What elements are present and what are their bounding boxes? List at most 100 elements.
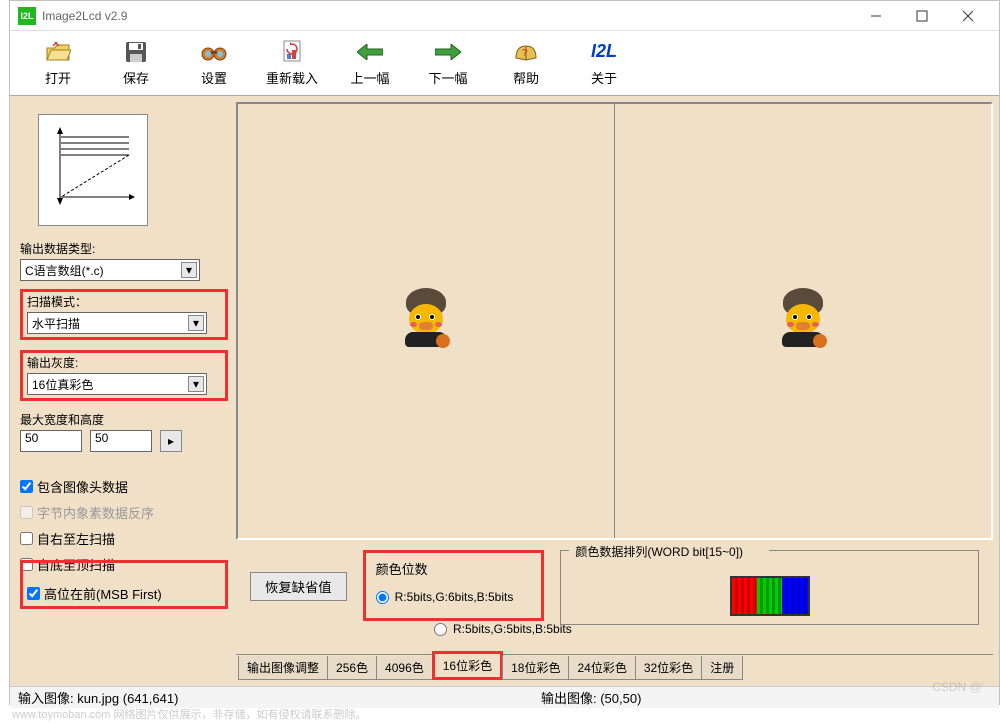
rgb-word-diagram: [730, 576, 810, 616]
settings-button[interactable]: 设置: [176, 35, 252, 91]
book-icon: ?: [514, 40, 538, 64]
about-button[interactable]: I2L 关于: [566, 35, 642, 91]
output-type-combo[interactable]: C语言数组(*.c) ▾: [20, 259, 200, 281]
csdn-watermark: CSDN @': [932, 680, 984, 694]
binoculars-icon: [201, 40, 227, 64]
dropdown-arrow-icon: ▾: [188, 376, 204, 392]
checkbox-icon[interactable]: [27, 587, 40, 600]
preview-input: [238, 104, 615, 538]
minimize-icon: [870, 10, 882, 22]
rgb565-radio[interactable]: R:5bits,G:6bits,B:5bits: [376, 586, 514, 608]
output-type-label: 输出数据类型:: [20, 240, 228, 257]
tab-18bit-color[interactable]: 18位彩色: [502, 656, 569, 680]
arrow-right-icon: [435, 40, 461, 64]
tab-24bit-color[interactable]: 24位彩色: [568, 656, 635, 680]
app-window: I2L Image2Lcd v2.9 打开 保存 设置: [9, 0, 1000, 705]
checkbox-icon: [20, 506, 33, 519]
color-bits-title: 颜色位数: [376, 559, 514, 578]
color-bits-group-highlight: 颜色位数 R:5bits,G:6bits,B:5bits: [363, 550, 545, 621]
scan-mode-combo[interactable]: 水平扫描 ▾: [27, 312, 207, 334]
msb-label: 高位在前(MSB First): [44, 584, 162, 603]
output-type-group: 输出数据类型: C语言数组(*.c) ▾: [20, 240, 228, 281]
left-panel: 输出数据类型: C语言数组(*.c) ▾ 扫描模式： 水平扫描 ▾ 输出灰度: …: [16, 102, 232, 680]
save-button[interactable]: 保存: [98, 35, 174, 91]
window-controls: [853, 2, 991, 30]
reload-label: 重新载入: [266, 68, 318, 87]
open-button[interactable]: 打开: [20, 35, 96, 91]
bottom-controls: 恢复缺省值 颜色位数 R:5bits,G:6bits,B:5bits R:5bi…: [236, 540, 993, 680]
restore-defaults-button[interactable]: 恢复缺省值: [250, 572, 347, 601]
output-image-preview: [778, 296, 828, 346]
msb-first-checkbox[interactable]: 高位在前(MSB First): [27, 583, 221, 603]
scan-mode-highlight: 扫描模式： 水平扫描 ▾: [20, 289, 228, 340]
open-folder-icon: [45, 40, 71, 64]
tab-register[interactable]: 注册: [701, 656, 743, 680]
help-button[interactable]: ? 帮助: [488, 35, 564, 91]
about-icon: I2L: [591, 40, 617, 64]
blue-bits-icon: [782, 578, 807, 614]
maximize-icon: [916, 10, 928, 22]
save-disk-icon: [125, 40, 147, 64]
include-header-label: 包含图像头数据: [37, 477, 128, 496]
tab-4096-color[interactable]: 4096色: [376, 656, 433, 680]
statusbar: 输入图像: kun.jpg (641,641) 输出图像: (50,50): [10, 686, 999, 708]
rgb565-label: R:5bits,G:6bits,B:5bits: [395, 590, 514, 604]
output-type-value: C语言数组(*.c): [25, 262, 104, 279]
scan-direction-diagram: [38, 114, 148, 226]
status-input-info: 输入图像: kun.jpg (641,641): [18, 688, 541, 707]
maximize-button[interactable]: [899, 2, 945, 30]
prev-button[interactable]: 上一幅: [332, 35, 408, 91]
status-output-info: 输出图像: (50,50): [541, 688, 991, 707]
right-to-left-checkbox[interactable]: 自右至左扫描: [20, 528, 228, 548]
radio-icon[interactable]: [434, 623, 447, 636]
scan-mode-label: 扫描模式：: [27, 293, 221, 310]
window-title: Image2Lcd v2.9: [42, 9, 853, 23]
height-input[interactable]: 50: [90, 430, 152, 452]
toolbar: 打开 保存 设置 重新载入 上一幅 下一幅 ? 帮助 I2L 关于: [10, 31, 999, 96]
preview-output: [615, 104, 991, 538]
output-gray-value: 16位真彩色: [32, 376, 93, 393]
apply-dims-button[interactable]: ▸: [160, 430, 182, 452]
dropdown-arrow-icon: ▾: [181, 262, 197, 278]
green-bits-icon: [757, 578, 782, 614]
preview-area: [236, 102, 993, 540]
about-label: 关于: [591, 68, 617, 87]
tab-256-color[interactable]: 256色: [327, 656, 377, 680]
color-arrange-group: 颜色数据排列(WORD bit[15~0]): [560, 550, 979, 625]
byte-reverse-label: 字节内象素数据反序: [37, 503, 154, 522]
output-gray-combo[interactable]: 16位真彩色 ▾: [27, 373, 207, 395]
scan-mode-value: 水平扫描: [32, 315, 80, 332]
msb-highlight: 高位在前(MSB First): [20, 560, 228, 609]
watermark-text: www.toymoban.com 网络图片仅供展示，非存储，如有侵权请联系删除。: [12, 706, 366, 722]
svg-text:?: ?: [522, 48, 528, 59]
rgb555-radio[interactable]: R:5bits,G:5bits,B:5bits: [434, 618, 572, 640]
max-dims-group: 最大宽度和高度 50 50 ▸: [20, 411, 228, 452]
app-icon: I2L: [18, 7, 36, 25]
rgb555-label: R:5bits,G:5bits,B:5bits: [453, 622, 572, 636]
save-label: 保存: [123, 68, 149, 87]
close-button[interactable]: [945, 2, 991, 30]
reload-button[interactable]: 重新载入: [254, 35, 330, 91]
close-icon: [962, 10, 974, 22]
tab-output-adjust[interactable]: 输出图像调整: [238, 656, 328, 680]
prev-label: 上一幅: [350, 68, 389, 87]
include-header-checkbox[interactable]: 包含图像头数据: [20, 476, 228, 496]
minimize-button[interactable]: [853, 2, 899, 30]
color-mode-tabs: 输出图像调整 256色 4096色 16位彩色 18位彩色 24位彩色 32位彩…: [236, 654, 993, 680]
arrow-left-icon: [357, 40, 383, 64]
tab-32bit-color[interactable]: 32位彩色: [635, 656, 702, 680]
byte-reverse-checkbox: 字节内象素数据反序: [20, 502, 228, 522]
rtl-label: 自右至左扫描: [37, 529, 115, 548]
next-button[interactable]: 下一幅: [410, 35, 486, 91]
red-bits-icon: [732, 578, 757, 614]
radio-icon[interactable]: [376, 591, 389, 604]
checkbox-icon[interactable]: [20, 532, 33, 545]
color-arrange-title: 颜色数据排列(WORD bit[15~0]): [571, 545, 747, 559]
tab-16bit-color[interactable]: 16位彩色: [432, 651, 503, 680]
output-gray-highlight: 输出灰度: 16位真彩色 ▾: [20, 350, 228, 401]
width-input[interactable]: 50: [20, 430, 82, 452]
checkbox-icon[interactable]: [20, 480, 33, 493]
output-gray-label: 输出灰度:: [27, 354, 221, 371]
open-label: 打开: [45, 68, 71, 87]
titlebar: I2L Image2Lcd v2.9: [10, 1, 999, 31]
